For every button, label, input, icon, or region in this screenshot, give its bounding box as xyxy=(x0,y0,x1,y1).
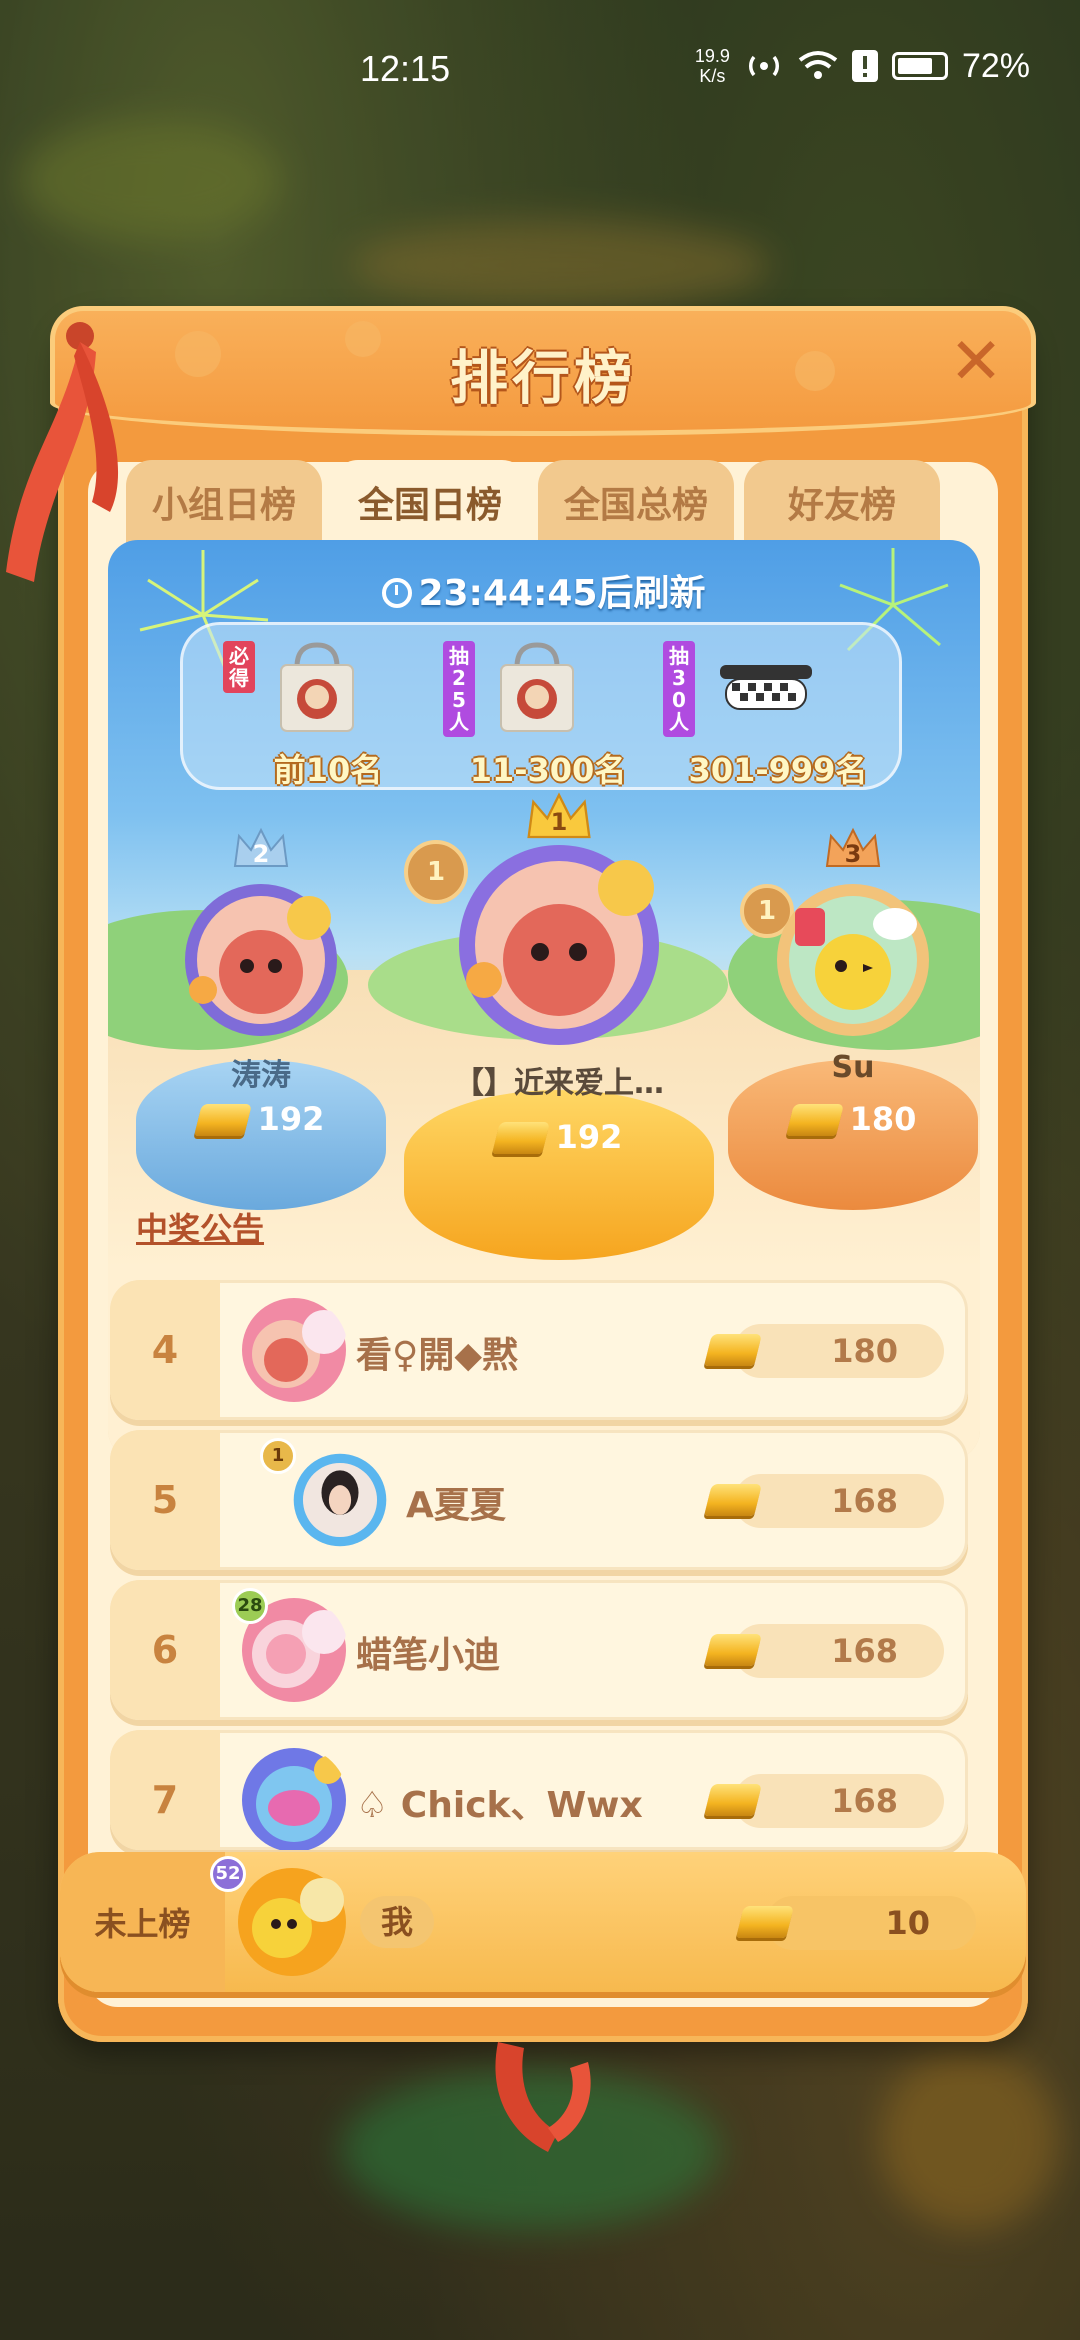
prize-tiers: 必得 前10名 抽25人 11-300名 抽30人 301-999名 xyxy=(180,622,902,790)
score-value: 192 xyxy=(257,1100,325,1138)
status-icons: 19.9 K/s 72% xyxy=(695,46,1030,86)
table-row[interactable]: 5 1 A夏夏 168 xyxy=(110,1430,968,1570)
refresh-suffix: 后刷新 xyxy=(597,573,706,614)
score-value: 180 xyxy=(849,1100,917,1138)
table-row[interactable]: 6 28 蜡笔小迪 168 xyxy=(110,1580,968,1720)
rank-number: 5 xyxy=(110,1430,220,1570)
tab-bar: 小组日榜 全国日榜 全国总榜 好友榜 xyxy=(126,460,940,544)
gold-bar-icon xyxy=(704,1334,762,1366)
gold-bar-icon xyxy=(704,1634,762,1666)
tab-group-daily[interactable]: 小组日榜 xyxy=(126,460,322,544)
prize-tier-2[interactable]: 抽25人 11-300名 xyxy=(443,637,653,789)
refresh-timer: 23:44:45后刷新 xyxy=(108,564,980,616)
leaderboard-modal: 排行榜 ✕ 小组日榜 全国日榜 全国总榜 好友榜 23:44:45后刷新 必 得… xyxy=(6,306,1036,2152)
podium-name: Su xyxy=(831,1050,875,1085)
prize-tag: 必得 xyxy=(223,641,255,693)
refresh-countdown: 23:44:45 xyxy=(418,573,598,614)
tote-bag-icon xyxy=(500,642,574,732)
crown-rank: 1 xyxy=(550,808,568,836)
avatar xyxy=(185,884,337,1036)
notification-alert-icon xyxy=(851,50,878,82)
score-pill: 168 xyxy=(704,1474,944,1528)
crown-rank: 2 xyxy=(252,840,270,868)
my-name: 我 xyxy=(360,1896,434,1948)
modal-header: 排行榜 ✕ xyxy=(50,306,1036,436)
player-name: 看♀開◆黙 xyxy=(356,1335,519,1376)
score-pill: 168 xyxy=(704,1624,944,1678)
avatar xyxy=(238,1868,346,1976)
rank-number: 7 xyxy=(110,1730,220,1850)
level-badge: 52 xyxy=(210,1856,246,1892)
prize-tier-1[interactable]: 必得 前10名 xyxy=(223,637,433,789)
network-speed: 19.9 K/s xyxy=(695,46,730,86)
avatar xyxy=(459,845,659,1045)
podium-name: 涛涛 xyxy=(231,1058,291,1093)
gold-bar-icon xyxy=(193,1104,252,1136)
podium-name: 【】近来爱上… xyxy=(454,1066,664,1101)
podium-first[interactable]: 1 1 【】近来爱上… 192 xyxy=(404,790,714,1260)
tote-bag-icon xyxy=(280,642,354,732)
player-name: A夏夏 xyxy=(406,1485,506,1526)
avatar xyxy=(242,1748,346,1850)
table-row[interactable]: 4 看♀開◆黙 180 xyxy=(110,1280,968,1420)
hotspot-icon xyxy=(748,55,779,77)
net-speed-unit: K/s xyxy=(699,66,726,86)
status-bar: 12:15 19.9 K/s 72% xyxy=(0,0,1080,140)
ribbon-decoration-icon xyxy=(495,2042,591,2152)
close-button[interactable]: ✕ xyxy=(947,330,1005,395)
avatar xyxy=(293,1453,387,1547)
pedestal-first xyxy=(404,1090,714,1260)
prize-range: 301-999名 xyxy=(688,751,868,789)
score-value: 168 xyxy=(831,1482,898,1520)
score-value: 168 xyxy=(831,1632,898,1670)
player-name: ♤ Chick、Wwx xyxy=(356,1785,643,1826)
gold-bar-icon xyxy=(785,1104,844,1136)
gold-bar-icon xyxy=(736,1906,794,1938)
table-row[interactable]: 7 ♤ Chick、Wwx 168 xyxy=(110,1730,968,1850)
battery-percent: 72% xyxy=(961,46,1030,85)
my-score-pill: 10 xyxy=(736,1896,976,1950)
tab-friends[interactable]: 好友榜 xyxy=(744,460,940,544)
my-rank-label: 未上榜 xyxy=(60,1852,225,1992)
clock-icon xyxy=(382,578,413,608)
status-time: 12:15 xyxy=(360,48,451,89)
player-name: 蜡笔小迪 xyxy=(356,1635,501,1676)
battery-icon xyxy=(891,52,948,80)
podium-score: 180 xyxy=(728,1100,978,1138)
podium-second[interactable]: 2 涛涛 192 xyxy=(136,820,386,1250)
tab-national-daily[interactable]: 全国日榜 xyxy=(332,460,528,544)
winner-announcement-link[interactable]: 中奖公告 xyxy=(136,1204,264,1250)
crown-rank: 3 xyxy=(844,840,862,868)
gold-bar-icon xyxy=(704,1784,762,1816)
podium-score: 192 xyxy=(136,1100,386,1138)
waist-bag-icon xyxy=(720,665,812,710)
podium-third[interactable]: 3 1 Su 180 xyxy=(728,820,978,1250)
prize-range: 11-300名 xyxy=(469,751,627,789)
my-ranking-row[interactable]: 未上榜 52 我 10 xyxy=(60,1852,1026,1992)
gold-bar-icon xyxy=(704,1484,762,1516)
rank-number: 4 xyxy=(110,1280,220,1420)
prize-tag: 抽30人 xyxy=(663,641,695,737)
net-speed-value: 19.9 xyxy=(694,46,730,66)
prize-tier-3[interactable]: 抽30人 301-999名 xyxy=(663,637,893,789)
score-value: 168 xyxy=(831,1782,898,1820)
avatar xyxy=(242,1298,346,1402)
score-pill: 168 xyxy=(704,1774,944,1828)
modal-title: 排行榜 xyxy=(449,344,636,412)
score-value: 192 xyxy=(555,1118,623,1156)
avatar xyxy=(777,884,929,1036)
prize-range: 前10名 xyxy=(273,751,383,789)
level-badge: 1 xyxy=(260,1438,296,1474)
score-value: 10 xyxy=(885,1904,930,1942)
wifi-icon xyxy=(798,51,838,79)
score-value: 180 xyxy=(831,1332,898,1370)
podium-score: 192 xyxy=(404,1118,714,1156)
rank-number: 6 xyxy=(110,1580,220,1720)
prize-tag: 抽25人 xyxy=(443,641,475,737)
gold-bar-icon xyxy=(491,1122,550,1154)
tab-national-total[interactable]: 全国总榜 xyxy=(538,460,734,544)
level-badge: 28 xyxy=(232,1588,268,1624)
score-pill: 180 xyxy=(704,1324,944,1378)
